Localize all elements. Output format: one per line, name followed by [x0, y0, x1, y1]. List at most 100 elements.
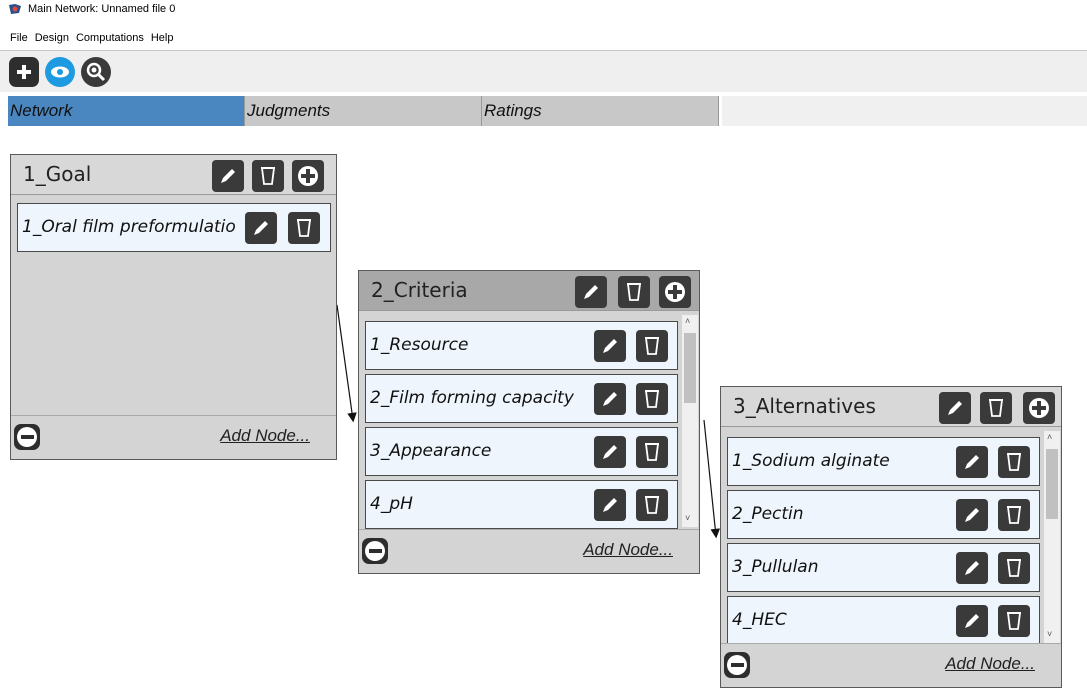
delete-node-button[interactable]	[998, 552, 1030, 584]
trash-icon	[644, 496, 660, 514]
scroll-up-icon[interactable]: ˄	[1047, 432, 1052, 442]
pencil-icon	[584, 285, 598, 299]
node-label: 3_Pullulan	[732, 557, 819, 577]
add-node-link[interactable]: Add Node...	[583, 540, 673, 560]
add-node-link[interactable]: Add Node...	[220, 426, 310, 446]
edit-node-button[interactable]	[956, 499, 988, 531]
cluster-footer: Add Node...	[11, 415, 336, 459]
edit-node-button[interactable]	[594, 330, 626, 362]
edit-node-button[interactable]	[594, 436, 626, 468]
node-item[interactable]: 1_Oral film preformulatio	[17, 203, 331, 252]
pencil-icon	[948, 401, 962, 415]
remove-cluster-button[interactable]	[724, 652, 750, 678]
pencil-icon	[221, 169, 235, 183]
cluster-footer: Add Node...	[721, 643, 1061, 687]
minus-icon	[727, 655, 747, 675]
trash-icon	[1006, 453, 1022, 471]
criteria-alternatives-arrow	[703, 419, 721, 539]
plus-icon	[665, 282, 685, 302]
node-item[interactable]: 1_Sodium alginate	[727, 437, 1040, 486]
pencil-icon	[965, 561, 979, 575]
node-list-scrollbar[interactable]: ˄ ˅	[682, 315, 698, 527]
delete-node-button[interactable]	[636, 330, 668, 362]
minus-icon	[365, 541, 385, 561]
delete-node-button[interactable]	[998, 605, 1030, 637]
trash-icon	[644, 337, 660, 355]
node-label: 4_pH	[370, 494, 413, 514]
node-item[interactable]: 2_Pectin	[727, 490, 1040, 539]
trash-icon	[1006, 506, 1022, 524]
plus-icon	[298, 166, 318, 186]
scroll-down-icon[interactable]: ˅	[685, 513, 690, 523]
cluster-title: 1_Goal	[23, 162, 92, 186]
node-list-scrollbar[interactable]: ˄ ˅	[1044, 431, 1060, 643]
trash-icon	[1006, 612, 1022, 630]
edit-node-button[interactable]	[956, 446, 988, 478]
node-item[interactable]: 3_Appearance	[365, 427, 678, 476]
delete-node-button[interactable]	[998, 446, 1030, 478]
add-node-link[interactable]: Add Node...	[945, 654, 1035, 674]
pencil-icon	[965, 614, 979, 628]
pencil-icon	[254, 221, 268, 235]
cluster-title: 2_Criteria	[371, 278, 468, 302]
add-node-cluster-button[interactable]	[292, 160, 324, 192]
plus-icon	[1029, 398, 1049, 418]
goal-criteria-arrow	[336, 304, 357, 423]
remove-cluster-button[interactable]	[14, 424, 40, 450]
node-item[interactable]: 3_Pullulan	[727, 543, 1040, 592]
remove-cluster-button[interactable]	[362, 538, 388, 564]
node-label: 3_Appearance	[370, 441, 492, 461]
pencil-icon	[965, 508, 979, 522]
add-node-cluster-button[interactable]	[1023, 392, 1055, 424]
edit-node-button[interactable]	[956, 552, 988, 584]
pencil-icon	[965, 455, 979, 469]
cluster-title: 3_Alternatives	[733, 394, 876, 418]
delete-node-button[interactable]	[636, 489, 668, 521]
trash-icon	[1006, 559, 1022, 577]
node-item[interactable]: 4_pH	[365, 480, 678, 529]
scroll-thumb[interactable]	[1046, 449, 1058, 519]
edit-node-button[interactable]	[594, 383, 626, 415]
node-item[interactable]: 2_Film forming capacity	[365, 374, 678, 423]
delete-cluster-button[interactable]	[252, 160, 284, 192]
edit-cluster-button[interactable]	[575, 276, 607, 308]
node-label: 2_Pectin	[732, 504, 804, 524]
trash-icon	[626, 283, 642, 301]
node-item[interactable]: 1_Resource	[365, 321, 678, 370]
add-node-cluster-button[interactable]	[659, 276, 691, 308]
edit-node-button[interactable]	[245, 212, 277, 244]
pencil-icon	[603, 498, 617, 512]
pencil-icon	[603, 392, 617, 406]
cluster-goal: 1_Goal 1_Oral film preformulatio Add Nod…	[10, 154, 337, 460]
minus-icon	[17, 427, 37, 447]
trash-icon	[644, 443, 660, 461]
node-label: 2_Film forming capacity	[370, 388, 574, 408]
edit-node-button[interactable]	[594, 489, 626, 521]
scroll-thumb[interactable]	[684, 333, 696, 403]
delete-node-button[interactable]	[636, 383, 668, 415]
cluster-alternatives: 3_Alternatives 1_Sodium alginate 2_Pecti…	[720, 386, 1062, 688]
edit-cluster-button[interactable]	[939, 392, 971, 424]
trash-icon	[260, 167, 276, 185]
delete-cluster-button[interactable]	[980, 392, 1012, 424]
scroll-up-icon[interactable]: ˄	[685, 316, 690, 326]
trash-icon	[644, 390, 660, 408]
cluster-goal-header: 1_Goal	[11, 155, 336, 195]
edit-node-button[interactable]	[956, 605, 988, 637]
delete-node-button[interactable]	[998, 499, 1030, 531]
delete-cluster-button[interactable]	[618, 276, 650, 308]
node-item[interactable]: 4_HEC	[727, 596, 1040, 645]
trash-icon	[296, 219, 312, 237]
delete-node-button[interactable]	[288, 212, 320, 244]
node-label: 4_HEC	[732, 610, 787, 630]
edit-cluster-button[interactable]	[212, 160, 244, 192]
scroll-down-icon[interactable]: ˅	[1047, 629, 1052, 639]
node-label: 1_Resource	[370, 335, 469, 355]
cluster-criteria: 2_Criteria 1_Resource 2_Film forming cap…	[358, 270, 700, 574]
cluster-footer: Add Node...	[359, 529, 699, 573]
pencil-icon	[603, 339, 617, 353]
delete-node-button[interactable]	[636, 436, 668, 468]
node-label: 1_Sodium alginate	[732, 451, 890, 471]
node-label: 1_Oral film preformulatio	[22, 217, 236, 237]
trash-icon	[988, 399, 1004, 417]
